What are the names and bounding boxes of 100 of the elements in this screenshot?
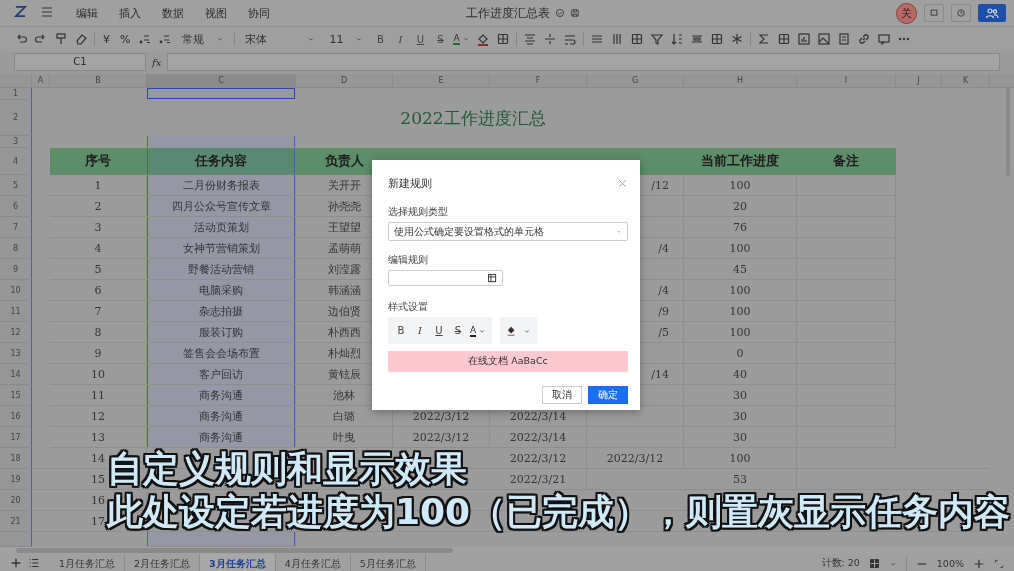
row-number[interactable]: 16	[0, 406, 32, 427]
rule-type-dropdown[interactable]: 使用公式确定要设置格式的单元格	[388, 222, 628, 241]
row-number[interactable]: 5	[0, 175, 32, 196]
form-icon[interactable]	[776, 32, 791, 46]
row-number[interactable]: 12	[0, 322, 32, 343]
save-icon[interactable]	[570, 8, 580, 18]
sheet-tab[interactable]: 1月任务汇总	[50, 554, 126, 571]
formula-input[interactable]	[167, 53, 1000, 71]
column-header[interactable]: D	[296, 74, 393, 88]
menu-item[interactable]: 编辑	[76, 5, 98, 21]
column-header[interactable]: A	[32, 74, 50, 88]
table-icon[interactable]	[709, 32, 724, 46]
sheet-tab[interactable]: 3月任务汇总	[200, 554, 276, 571]
sheet-list-icon[interactable]	[28, 556, 40, 569]
bold-button[interactable]: B	[373, 33, 388, 45]
column-header[interactable]: J	[896, 74, 942, 88]
filter-icon[interactable]	[649, 32, 664, 46]
chart-icon[interactable]	[796, 32, 811, 46]
italic-button[interactable]: I	[413, 325, 427, 336]
column-header[interactable]: C	[147, 74, 296, 88]
user-avatar[interactable]: 关	[896, 2, 917, 24]
row-number[interactable]: 2	[0, 100, 32, 136]
row-number[interactable]: 4	[0, 148, 32, 175]
menu-item[interactable]: 插入	[119, 5, 141, 21]
row-number[interactable]: 15	[0, 385, 32, 406]
conditional-format-icon[interactable]	[689, 32, 704, 46]
cancel-button[interactable]: 取消	[542, 386, 582, 404]
row-number[interactable]: 3	[0, 136, 32, 148]
merge-cells-icon[interactable]	[629, 32, 644, 46]
decimal-decrease-icon[interactable]	[158, 32, 173, 46]
decimal-increase-icon[interactable]	[138, 32, 153, 46]
sum-icon[interactable]	[756, 32, 771, 46]
close-icon[interactable]	[617, 178, 628, 189]
align-center-icon[interactable]	[522, 32, 537, 46]
row-number[interactable]: 13	[0, 343, 32, 364]
vertical-align-icon[interactable]	[542, 32, 557, 46]
comment-icon[interactable]	[876, 32, 891, 46]
share-button[interactable]	[978, 4, 1006, 22]
font-color-button[interactable]: A	[470, 324, 487, 337]
menu-item[interactable]: 视图	[205, 5, 227, 21]
fullscreen-icon[interactable]	[994, 558, 1004, 569]
row-number[interactable]: 17	[0, 427, 32, 448]
link-icon[interactable]	[856, 32, 871, 46]
grid-icon[interactable]	[868, 558, 880, 569]
sheet-tab[interactable]: 4月任务汇总	[275, 554, 351, 571]
row-number[interactable]: 7	[0, 217, 32, 238]
fill-color-icon[interactable]	[475, 32, 490, 46]
history-button[interactable]	[951, 4, 971, 22]
sort-icon[interactable]	[669, 32, 684, 46]
fill-color-button[interactable]	[500, 317, 538, 344]
strike-button[interactable]: S	[451, 325, 465, 336]
row-number[interactable]: 8	[0, 238, 32, 259]
range-select-icon[interactable]	[487, 272, 498, 284]
note-icon[interactable]	[836, 32, 851, 46]
rows-icon[interactable]	[589, 32, 604, 46]
sheet-tab[interactable]: 5月任务汇总	[350, 554, 426, 571]
column-header[interactable]: H	[684, 74, 797, 88]
underline-button[interactable]: U	[432, 325, 446, 336]
row-number[interactable]: 6	[0, 196, 32, 217]
row-number[interactable]: 14	[0, 364, 32, 385]
menu-icon[interactable]	[40, 4, 54, 19]
row-number[interactable]: 19	[0, 469, 32, 490]
row-number[interactable]: 20	[0, 490, 32, 511]
freeze-icon[interactable]	[729, 32, 744, 46]
name-box[interactable]: C1	[14, 53, 146, 71]
font-color-button[interactable]: A	[453, 33, 470, 45]
underline-button[interactable]: U	[413, 33, 428, 45]
italic-button[interactable]: I	[393, 33, 408, 45]
row-number[interactable]: 18	[0, 448, 32, 469]
number-format-dropdown[interactable]: 常规	[178, 31, 229, 47]
row-number[interactable]: 11	[0, 301, 32, 322]
column-header[interactable]: B	[50, 74, 147, 88]
confirm-button[interactable]: 确定	[588, 386, 628, 404]
row-number[interactable]: 10	[0, 280, 32, 301]
row-number[interactable]: 1	[0, 88, 32, 100]
scrollbar-thumb[interactable]	[16, 548, 453, 553]
row-number[interactable]: 21	[0, 511, 32, 532]
strike-button[interactable]: S	[433, 33, 448, 45]
eraser-icon[interactable]	[74, 32, 88, 46]
borders-icon[interactable]	[495, 32, 510, 46]
column-header[interactable]: F	[490, 74, 587, 88]
font-dropdown[interactable]: 宋体	[241, 31, 320, 47]
bold-button[interactable]: B	[394, 325, 408, 336]
column-header[interactable]: E	[393, 74, 490, 88]
image-icon[interactable]	[816, 32, 831, 46]
column-header[interactable]: G	[587, 74, 684, 88]
percent-button[interactable]: %	[118, 32, 133, 46]
comment-button[interactable]	[924, 4, 944, 22]
table-cell: 2022/3/12	[587, 448, 684, 469]
zoom-in-icon[interactable]	[973, 557, 985, 570]
column-header[interactable]: K	[942, 74, 990, 88]
font-size-dropdown[interactable]: 11	[325, 32, 368, 46]
row-number[interactable]: 9	[0, 259, 32, 280]
currency-button[interactable]: ¥	[101, 32, 112, 46]
add-sheet-icon[interactable]	[10, 556, 22, 569]
paint-brush-icon[interactable]	[54, 32, 68, 46]
menu-item[interactable]: 协同	[248, 5, 270, 21]
wrap-text-icon[interactable]	[562, 32, 577, 46]
rule-input[interactable]	[388, 270, 503, 286]
menu-item[interactable]: 数据	[162, 5, 184, 21]
